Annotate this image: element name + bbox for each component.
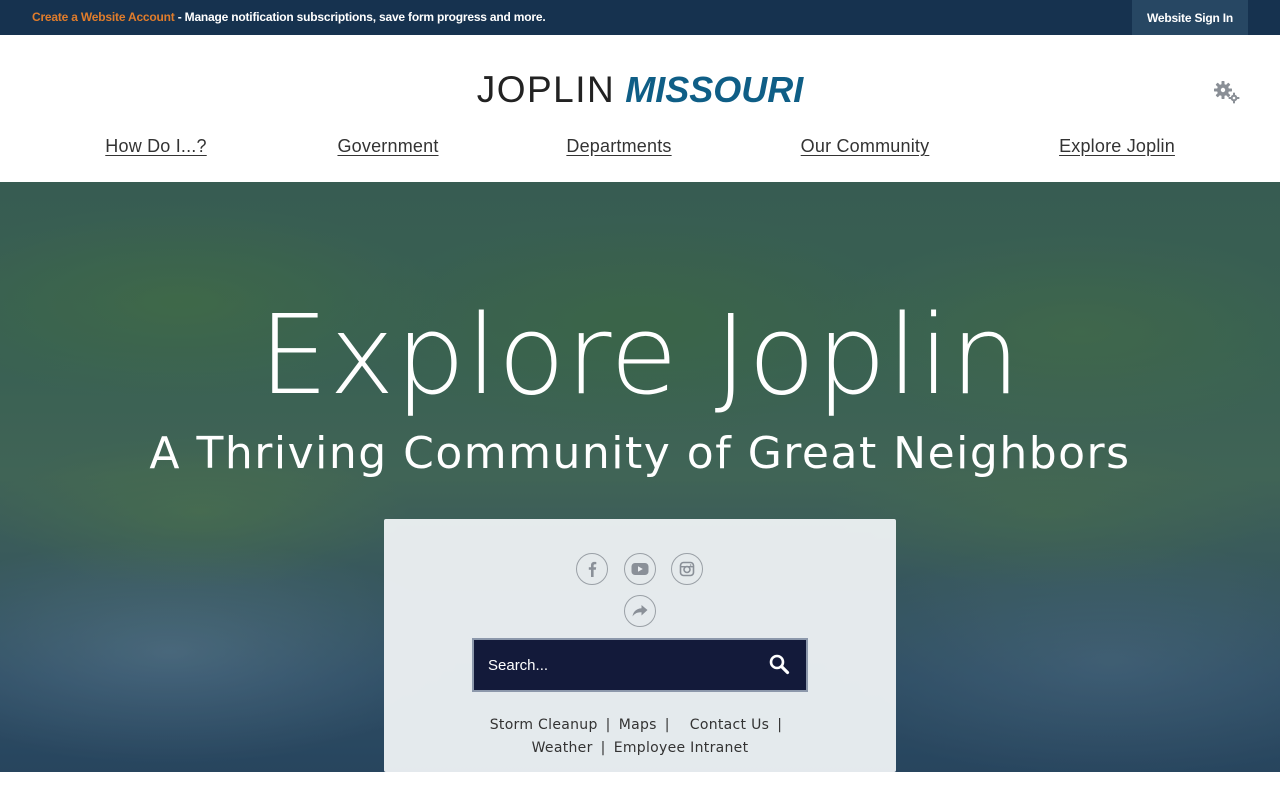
account-bar-message: Create a Website Account - Manage notifi… [32, 10, 546, 24]
logo-missouri-text: MISSOURI [625, 69, 804, 110]
search-icon [769, 654, 790, 675]
link-separator: | [600, 740, 606, 756]
link-separator: | [777, 717, 783, 733]
search-box [472, 638, 808, 692]
quick-links-row-1: Storm Cleanup | Maps | Contact Us | [384, 717, 896, 733]
contact-us-link[interactable]: Contact Us [690, 717, 769, 733]
create-account-link[interactable]: Create a Website Account [32, 10, 175, 24]
account-bar-text: - Manage notification subscriptions, sav… [174, 10, 546, 24]
link-separator: | [605, 717, 611, 733]
quick-links-row-2: Weather | Employee Intranet [384, 740, 896, 756]
storm-cleanup-link[interactable]: Storm Cleanup [490, 717, 598, 733]
share-icon[interactable] [624, 595, 656, 627]
website-sign-in-button[interactable]: Website Sign In [1132, 0, 1248, 35]
search-panel: Storm Cleanup|Maps|Contact Us| Weather|E… [384, 519, 896, 772]
maps-link[interactable]: Maps [619, 717, 657, 733]
site-header: JOPLIN MISSOURI How Do I...? Government … [0, 35, 1280, 182]
youtube-icon[interactable] [624, 553, 656, 585]
page-body-start [0, 772, 1280, 800]
facebook-icon[interactable] [576, 553, 608, 585]
link-separator: | [664, 717, 670, 733]
search-input[interactable] [474, 640, 754, 690]
instagram-icon[interactable] [671, 553, 703, 585]
hero-banner: Explore Joplin A Thriving Community of G… [0, 182, 1280, 772]
nav-explore-joplin[interactable]: Explore Joplin [1059, 136, 1175, 157]
site-logo[interactable]: JOPLIN MISSOURI [0, 69, 1280, 111]
gear-icon[interactable] [1212, 79, 1242, 107]
main-nav: How Do I...? Government Departments Our … [0, 136, 1280, 160]
search-button[interactable] [754, 640, 806, 690]
logo-joplin-text: JOPLIN [476, 69, 616, 110]
nav-government[interactable]: Government [337, 136, 438, 157]
nav-departments[interactable]: Departments [566, 136, 671, 157]
employee-intranet-link[interactable]: Employee Intranet [614, 740, 749, 756]
nav-our-community[interactable]: Our Community [801, 136, 930, 157]
weather-link[interactable]: Weather [532, 740, 593, 756]
account-bar: Create a Website Account - Manage notifi… [0, 0, 1280, 35]
nav-how-do-i[interactable]: How Do I...? [105, 136, 206, 157]
hero-subtitle: A Thriving Community of Great Neighbors [149, 428, 1131, 479]
hero-title: Explore Joplin [258, 291, 1022, 419]
